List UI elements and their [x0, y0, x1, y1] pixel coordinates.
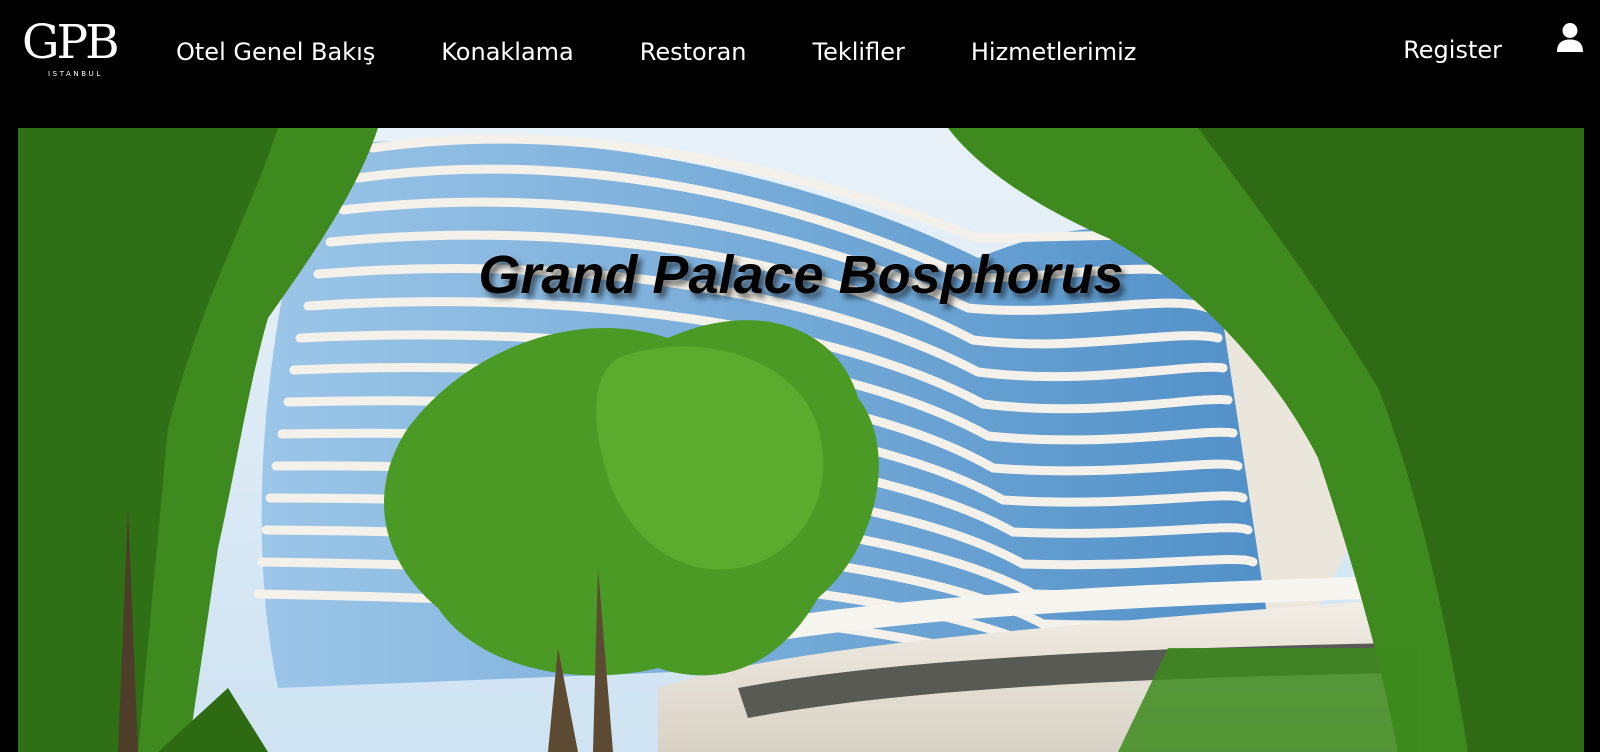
hero-title: Grand Palace Bosphorus: [478, 245, 1124, 305]
nav-link-otel-genel-bakis[interactable]: Otel Genel Bakış: [176, 38, 375, 66]
register-link[interactable]: Register: [1403, 36, 1502, 64]
user-icon[interactable]: [1556, 22, 1584, 54]
logo-subtitle: ISTANBUL: [48, 70, 103, 78]
nav-link-restoran[interactable]: Restoran: [640, 38, 747, 66]
main-nav: Otel Genel Bakış Konaklama Restoran Tekl…: [176, 36, 1202, 68]
hotel-building-photo: [18, 128, 1584, 752]
nav-link-hizmetlerimiz[interactable]: Hizmetlerimiz: [971, 38, 1136, 66]
nav-link-konaklama[interactable]: Konaklama: [441, 38, 574, 66]
hero-section: Grand Palace Bosphorus: [18, 128, 1584, 752]
logo-mark: GPB: [22, 15, 120, 70]
nav-link-teklifler[interactable]: Teklifler: [813, 38, 905, 66]
top-navbar: GPB ISTANBUL Otel Genel Bakış Konaklama …: [0, 0, 1600, 104]
site-logo[interactable]: GPB ISTANBUL: [22, 18, 140, 82]
